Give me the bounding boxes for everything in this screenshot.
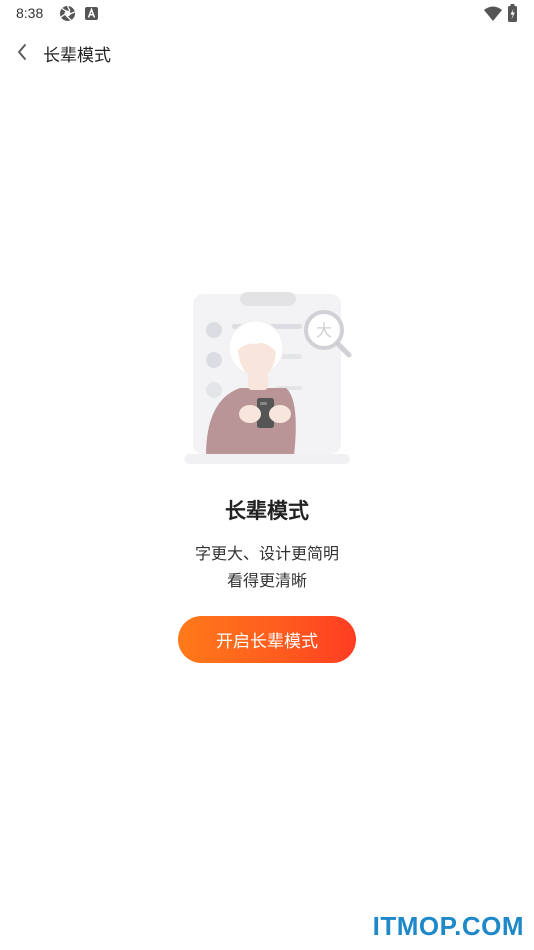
a-notification-icon (85, 7, 98, 20)
enable-elder-mode-button[interactable]: 开启长辈模式 (178, 616, 356, 663)
elderly-person-phone-magnifier-illustration: 大 (184, 292, 352, 464)
magnifier-char: 大 (316, 321, 332, 340)
mode-description-line-1: 字更大、设计更简明 (194, 544, 339, 563)
watermark: ITMOP.COM (372, 911, 524, 941)
nav-bar: 长辈模式 (0, 34, 534, 70)
wifi-icon (484, 6, 502, 21)
mode-title: 长辈模式 (225, 499, 309, 523)
chevron-left-icon (18, 44, 26, 60)
status-bar: 8:38 (0, 0, 534, 28)
status-time: 8:38 (16, 5, 44, 21)
battery-charging-icon (508, 4, 517, 22)
page-title: 长辈模式 (43, 46, 111, 66)
aperture-icon (60, 5, 75, 21)
back-button[interactable] (6, 36, 36, 68)
mode-description-line-2: 看得更清晰 (226, 571, 307, 590)
